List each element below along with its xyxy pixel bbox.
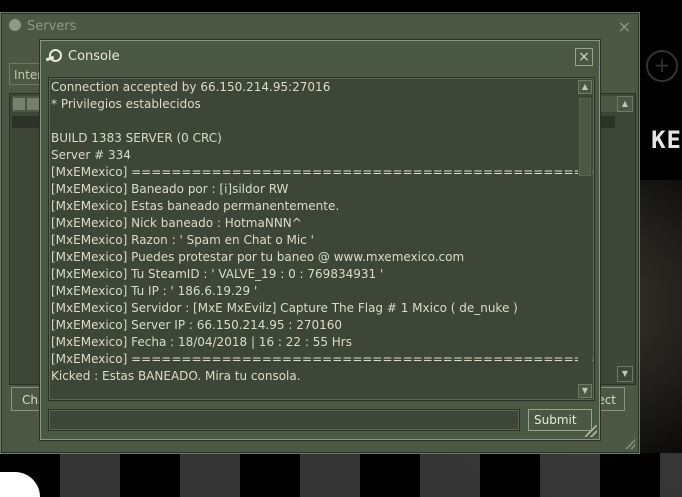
- scroll-down-button[interactable]: ▼: [578, 384, 592, 398]
- background-plus-icon: +: [646, 50, 678, 82]
- steam-icon: [49, 49, 62, 62]
- servers-title-bar[interactable]: Servers: [9, 19, 76, 34]
- console-output-text: Connection accepted by 66.150.214.95:270…: [51, 80, 594, 383]
- console-title: Console: [68, 49, 120, 64]
- console-output[interactable]: Connection accepted by 66.150.214.95:270…: [48, 77, 595, 401]
- console-title-bar[interactable]: Console: [49, 49, 120, 64]
- servers-close-button[interactable]: ×: [618, 17, 631, 36]
- submit-button[interactable]: Submit: [528, 409, 592, 431]
- steam-icon: [9, 19, 21, 31]
- console-close-button[interactable]: ×: [575, 48, 593, 66]
- servers-scroll-down-button[interactable]: ▼: [617, 366, 633, 382]
- console-command-input[interactable]: [48, 409, 520, 431]
- background-text: KE: [651, 126, 682, 154]
- scroll-thumb[interactable]: [579, 98, 591, 176]
- servers-resize-grip[interactable]: [625, 439, 635, 449]
- shield-icon[interactable]: [27, 98, 39, 110]
- servers-title: Servers: [27, 19, 77, 34]
- console-window: Console × Connection accepted by 66.150.…: [40, 40, 600, 440]
- scroll-up-button[interactable]: ▲: [578, 80, 592, 94]
- background-stripes: [0, 453, 682, 497]
- lock-icon[interactable]: [13, 98, 25, 110]
- console-resize-grip[interactable]: [585, 425, 597, 437]
- servers-scroll-up-button[interactable]: ▲: [617, 96, 633, 112]
- console-scrollbar[interactable]: ▲ ▼: [578, 80, 592, 398]
